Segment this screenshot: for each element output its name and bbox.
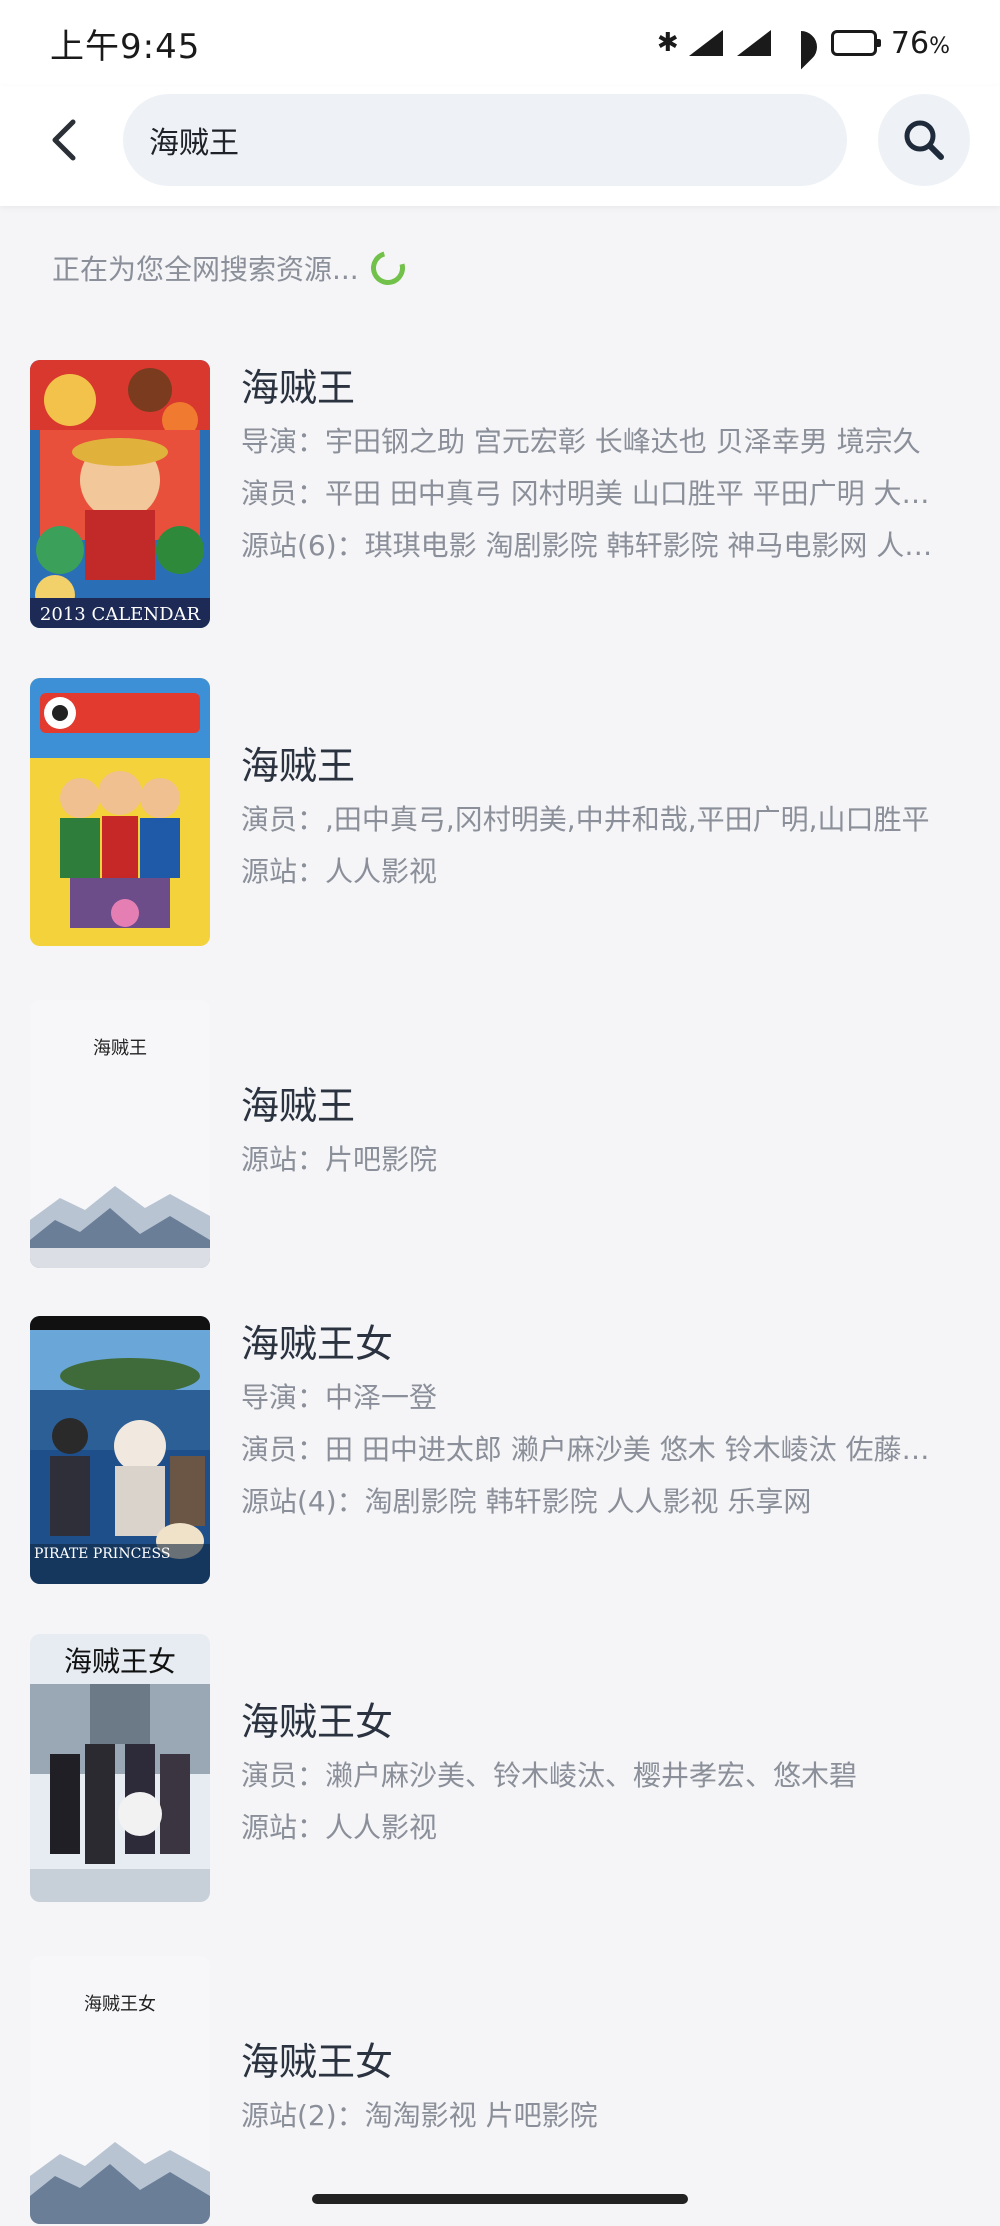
result-info: 海贼王 演员：,田中真弓,冈村明美,中井和哉,平田广明,山口胜平 源站：人人影视 [241,738,961,898]
result-item[interactable]: 海贼王 海贼王 源站：片吧影院 [0,1000,1000,1270]
search-input[interactable]: 海贼王 [123,94,847,186]
result-sources: 源站：人人影视 [241,855,438,888]
battery-icon [830,30,881,56]
battery-percent: 76% [890,25,950,61]
back-arrow-icon [52,119,76,161]
svg-text:2013 CALENDAR: 2013 CALENDAR [40,604,201,625]
wifi-icon [785,31,817,55]
result-info: 海贼王女 源站(2)：淘淘影视 片吧影院 [241,2034,961,2142]
poster-placeholder: 海贼王女 [30,1956,210,2224]
poster-image: 海贼王女 [30,1634,210,1902]
result-info: 海贼王 源站：片吧影院 [241,1078,961,1186]
search-query-text: 海贼王 [149,126,239,161]
search-status-text: 正在为您全网搜索资源... [52,253,359,286]
back-button[interactable] [36,112,92,168]
result-title: 海贼王 [241,1084,356,1128]
signal-icon-2 [736,30,771,56]
poster-image: 2013 CALENDAR [30,360,210,628]
result-info: 海贼王女 演员：濑户麻沙美、铃木崚汰、樱井孝宏、悠木碧 源站：人人影视 [241,1694,961,1854]
poster-caption: 海贼王女 [63,1645,176,1678]
status-bar: 上午9:45 ✱ 76% [0,0,1000,86]
result-actors: 演员：濑户麻沙美、铃木崚汰、樱井孝宏、悠木碧 [241,1759,858,1792]
search-button[interactable] [878,94,970,186]
bluetooth-icon: ✱ [656,28,679,58]
result-title: 海贼王 [241,744,356,788]
result-title: 海贼王女 [241,1322,394,1366]
poster-caption: PIRATE PRINCESS [34,1546,171,1562]
poster-image [30,678,210,946]
result-sources: 源站：片吧影院 [241,1143,438,1176]
status-icons: ✱ 76% [657,26,950,61]
result-sources: 源站(6)：琪琪电影 淘剧影院 韩轩影院 神马电影网 人人影视 乐享网 [241,529,957,562]
result-actors: 演员：平田 田中真弓 冈村明美 山口胜平 平田广明 大谷育江 [241,477,957,510]
result-info: 海贼王 导演：宇田钢之助 宫元宏彰 长峰达也 贝泽幸男 境宗久 演员：平田 田中… [241,360,961,572]
result-title: 海贼王女 [241,1700,394,1744]
loading-spinner-icon [364,244,411,292]
result-director: 导演：宇田钢之助 宫元宏彰 长峰达也 贝泽幸男 境宗久 [241,425,921,458]
poster-placeholder: 海贼王 [30,1000,210,1268]
result-director: 导演：中泽一登 [241,1381,438,1414]
result-item[interactable]: 海贼王女 海贼王女 源站(2)：淘淘影视 片吧影院 [0,1956,1000,2226]
search-header: 海贼王 [0,86,1000,206]
result-sources: 源站：人人影视 [241,1811,438,1844]
result-info: 海贼王女 导演：中泽一登 演员：田 田中进太郎 濑户麻沙美 悠木 铃木崚汰 佐藤… [241,1316,961,1528]
search-icon [904,120,944,160]
result-title: 海贼王 [241,366,356,410]
signal-icon [688,30,723,56]
result-sources: 源站(2)：淘淘影视 片吧影院 [241,2099,598,2132]
result-title: 海贼王女 [241,2040,394,2084]
mountain-illustration [30,2142,210,2224]
result-item[interactable]: 海贼王女 海贼王女 演员：濑户麻沙美、铃木崚汰、樱井孝宏、悠木碧 源站：人人影视 [0,1634,1000,1904]
home-indicator[interactable] [312,2194,688,2204]
result-actors: 演员：田 田中进太郎 濑户麻沙美 悠木 铃木崚汰 佐藤拓也 [241,1433,957,1466]
poster-image: PIRATE PRINCESS [30,1316,210,1584]
poster-caption: 海贼王 [93,1038,147,1059]
poster-caption: 海贼王女 [84,1994,156,2015]
result-item[interactable]: PIRATE PRINCESS 海贼王女 导演：中泽一登 演员：田 田中进太郎 … [0,1316,1000,1586]
search-progress: 正在为您全网搜索资源... [52,244,411,292]
result-item[interactable]: 海贼王 演员：,田中真弓,冈村明美,中井和哉,平田广明,山口胜平 源站：人人影视 [0,678,1000,948]
mountain-illustration [30,1186,210,1268]
status-time: 上午9:45 [50,26,201,67]
result-actors: 演员：,田中真弓,冈村明美,中井和哉,平田广明,山口胜平 [241,803,930,836]
result-item[interactable]: 2013 CALENDAR 海贼王 导演：宇田钢之助 宫元宏彰 长峰达也 贝泽幸… [0,360,1000,630]
result-sources: 源站(4)：淘剧影院 韩轩影院 人人影视 乐享网 [241,1485,812,1518]
